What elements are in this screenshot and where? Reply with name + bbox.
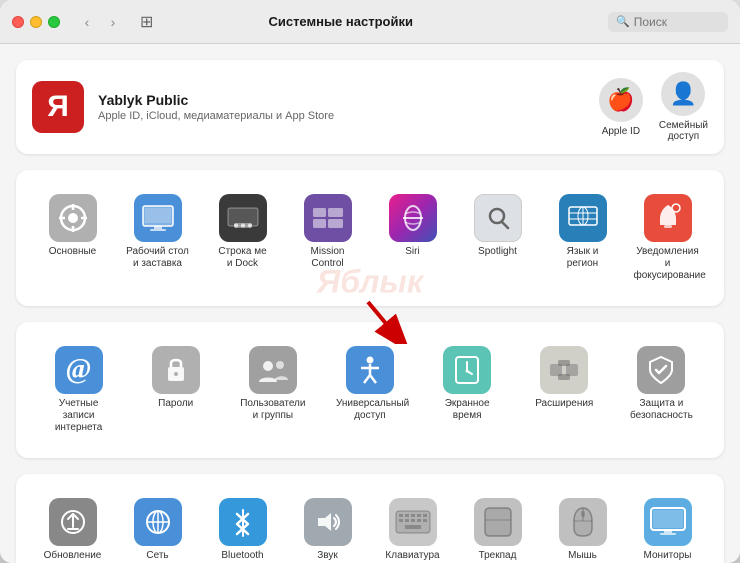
item-label: Сеть [146,550,168,562]
item-mission[interactable]: Mission Control [287,186,368,290]
screentime-icon [443,346,491,394]
family-label: Семейный доступ [659,120,708,142]
item-label: Пользователи и группы [240,398,305,422]
item-bluetooth[interactable]: Bluetooth [202,490,283,563]
item-label: Универсальный доступ [336,398,404,422]
item-mouse[interactable]: Мышь [542,490,623,563]
passwords-icon [152,346,200,394]
item-desktop[interactable]: Рабочий стол и заставка [117,186,198,290]
apple-id-icon: 🍎 [599,78,643,122]
item-label: Защита и безопасность [630,398,693,422]
accessibility-icon [346,346,394,394]
item-label: Строка ме и Dock [218,246,266,270]
search-box[interactable]: 🔍 [608,12,728,32]
titlebar: ‹ › ⊞ Системные настройки 🔍 [0,0,740,44]
item-label: Mission Control [311,246,345,270]
profile-info: Yablyk Public Apple ID, iCloud, медиамат… [98,92,599,122]
item-spotlight[interactable]: Spotlight [457,186,538,290]
item-notifications[interactable]: Уведомления и фокусирование [627,186,708,290]
osnovnye-icon [49,194,97,242]
network-icon [134,498,182,546]
section-1: Основные Рабочий стол и заставка Строка … [16,170,724,306]
item-label: Уведомления и фокусирование [634,246,702,282]
item-label: Язык и регион [567,246,599,270]
trackpad-icon [474,498,522,546]
item-monitors[interactable]: Мониторы [627,490,708,563]
item-updates[interactable]: Обновление ПО [32,490,113,563]
item-label: Клавиатура [385,550,439,562]
item-security[interactable]: Защита и безопасность [615,338,708,442]
family-icon: 👤 [661,72,705,116]
apple-id-label: Apple ID [602,126,640,137]
item-label: Рабочий стол и заставка [126,246,189,270]
item-users[interactable]: Пользователи и группы [226,338,319,442]
item-label: Трекпад [479,550,517,562]
item-accessibility[interactable]: Универсальный доступ [323,338,416,442]
siri-icon [389,194,437,242]
red-arrow-indicator [358,300,418,349]
profile-name: Yablyk Public [98,92,599,108]
window-title: Системные настройки [81,14,600,29]
content-area: Я Yablyk Public Apple ID, iCloud, медиам… [0,44,740,563]
item-dock[interactable]: Строка ме и Dock [202,186,283,290]
language-icon [559,194,607,242]
item-label: Мышь [568,550,597,562]
extensions-icon [540,346,588,394]
item-label: Мониторы [644,550,692,562]
profile-icons: 🍎 Apple ID 👤 Семейный доступ [599,72,708,142]
item-accounts[interactable]: @ Учетные записи интернета [32,338,125,442]
apple-id-button[interactable]: 🍎 Apple ID [599,78,643,137]
icon-grid-2: @ Учетные записи интернета Пароли [32,338,708,442]
security-icon [637,346,685,394]
spotlight-icon [474,194,522,242]
item-label: Расширения [535,398,593,410]
icon-grid-3: Обновление ПО Сеть Bluetooth [32,490,708,563]
users-icon [249,346,297,394]
traffic-lights [12,16,60,28]
close-button[interactable] [12,16,24,28]
sound-icon [304,498,352,546]
item-screentime[interactable]: Экранное время [421,338,514,442]
icon-grid-1: Основные Рабочий стол и заставка Строка … [32,186,708,290]
item-label: Spotlight [478,246,517,258]
minimize-button[interactable] [30,16,42,28]
item-network[interactable]: Сеть [117,490,198,563]
item-sound[interactable]: Звук [287,490,368,563]
search-icon: 🔍 [616,15,630,28]
search-input[interactable] [634,15,724,29]
mouse-icon [559,498,607,546]
maximize-button[interactable] [48,16,60,28]
notifications-icon [644,194,692,242]
item-label: Учетные записи интернета [45,398,113,434]
accounts-icon: @ [55,346,103,394]
main-window: ‹ › ⊞ Системные настройки 🔍 Я Yablyk Pub… [0,0,740,563]
item-osnovnye[interactable]: Основные [32,186,113,290]
section-3: Обновление ПО Сеть Bluetooth [16,474,724,563]
keyboard-icon [389,498,437,546]
avatar[interactable]: Я [32,81,84,133]
section-2: @ Учетные записи интернета Пароли [16,322,724,458]
family-button[interactable]: 👤 Семейный доступ [659,72,708,142]
profile-section: Я Yablyk Public Apple ID, iCloud, медиам… [16,60,724,154]
mission-icon [304,194,352,242]
item-label: Пароли [158,398,193,410]
dock-icon [219,194,267,242]
item-trackpad[interactable]: Трекпад [457,490,538,563]
updates-icon [49,498,97,546]
item-label: Siri [405,246,419,258]
item-label: Обновление ПО [44,550,102,563]
item-keyboard[interactable]: Клавиатура [372,490,453,563]
monitors-icon [644,498,692,546]
item-label: Основные [49,246,96,258]
item-siri[interactable]: Siri [372,186,453,290]
item-passwords[interactable]: Пароли [129,338,222,442]
bluetooth-icon [219,498,267,546]
item-extensions[interactable]: Расширения [518,338,611,442]
desktop-icon [134,194,182,242]
item-label: Экранное время [445,398,490,422]
item-label: Bluetooth [221,550,263,562]
item-language[interactable]: Язык и регион [542,186,623,290]
profile-subtitle: Apple ID, iCloud, медиаматериалы и App S… [98,110,599,122]
item-label: Звук [317,550,338,562]
